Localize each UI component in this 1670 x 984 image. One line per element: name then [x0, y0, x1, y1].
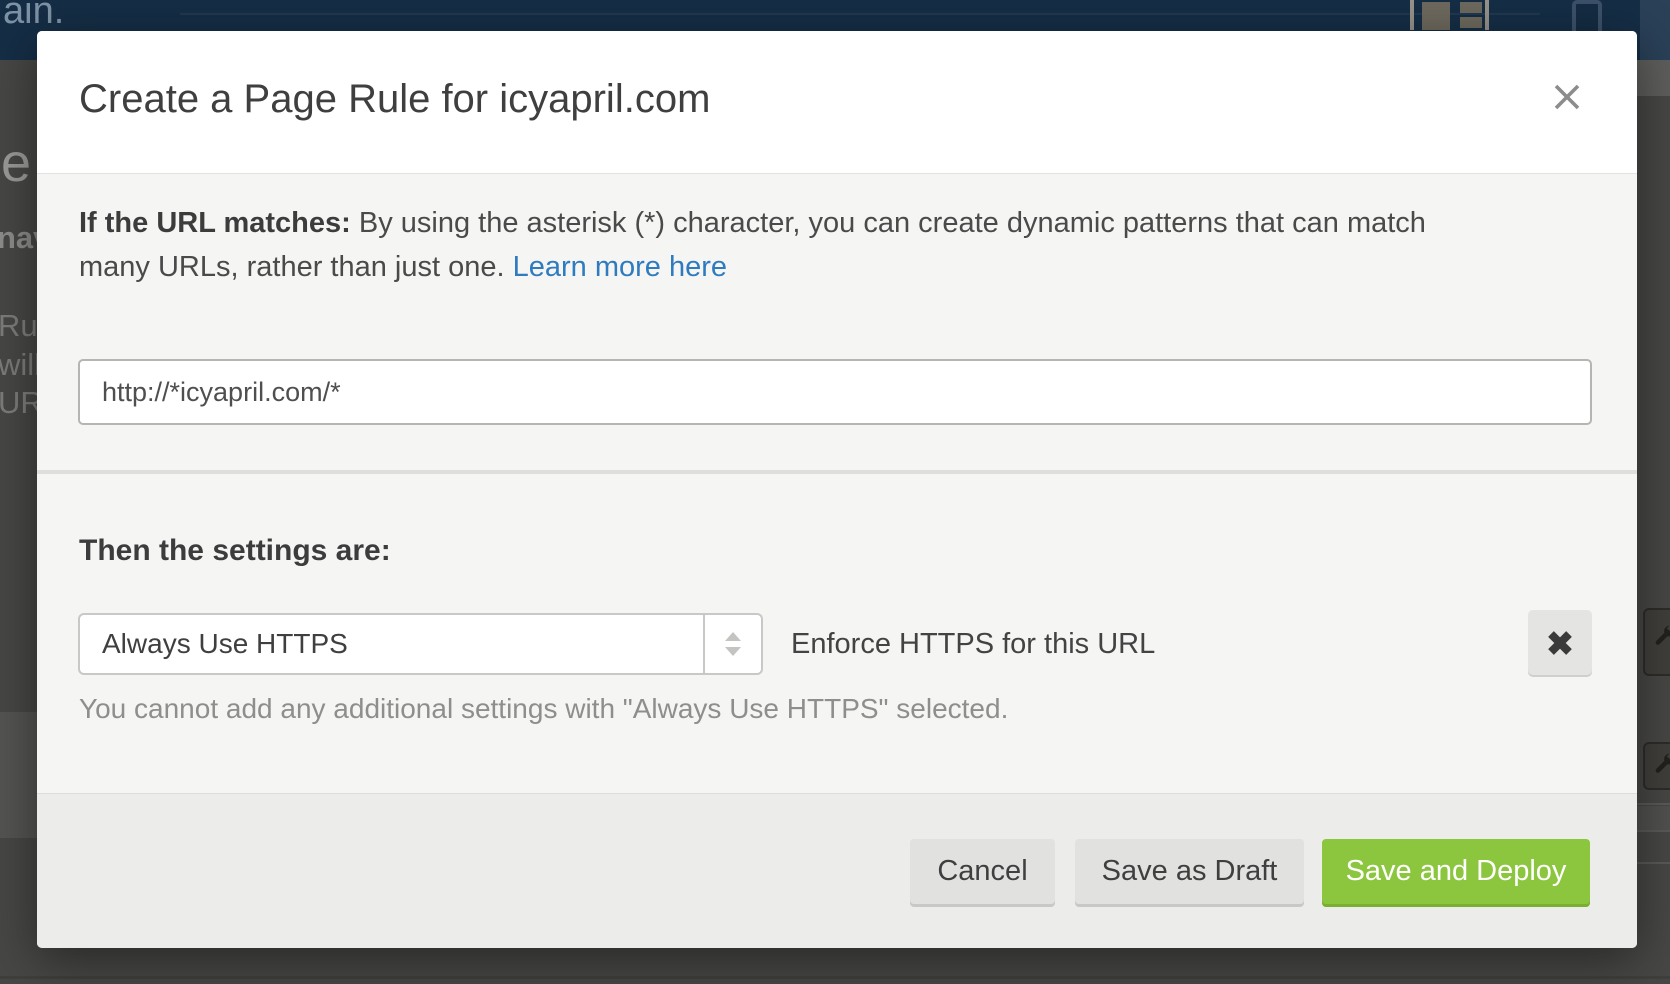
create-page-rule-modal: Create a Page Rule for icyapril.com If t… — [37, 31, 1637, 948]
url-match-label: If the URL matches: — [79, 207, 351, 239]
dimmed-row-seam — [1637, 803, 1670, 805]
icon-bar — [1460, 2, 1482, 13]
modal-title: Create a Page Rule for icyapril.com — [79, 77, 710, 122]
modal-header: Create a Page Rule for icyapril.com — [37, 31, 1637, 174]
modal-footer: Cancel Save as Draft Save and Deploy — [37, 793, 1637, 948]
dimmed-wrench-button — [1643, 608, 1670, 676]
setting-description: Enforce HTTPS for this URL — [791, 613, 1155, 675]
dimmed-cards-view-icon — [1405, 0, 1491, 30]
icon-edge — [1485, 0, 1489, 30]
dimmed-page-text-fragment: Ru — [0, 308, 38, 344]
select-spinner-icon[interactable] — [703, 615, 761, 673]
save-as-draft-button[interactable]: Save as Draft — [1075, 839, 1304, 904]
remove-setting-button[interactable] — [1528, 610, 1592, 675]
icon-edge — [1410, 0, 1414, 30]
icon-bar — [1460, 17, 1482, 28]
settings-heading: Then the settings are: — [79, 534, 391, 568]
setting-select[interactable]: Always Use HTTPS — [78, 613, 763, 675]
dimmed-right-top-block — [1640, 0, 1670, 60]
setting-select-value: Always Use HTTPS — [102, 615, 348, 673]
section-divider — [37, 470, 1637, 474]
setting-note: You cannot add any additional settings w… — [79, 693, 1008, 725]
url-match-description: If the URL matches: By using the asteris… — [79, 201, 1489, 289]
heavy-x-icon — [1545, 628, 1575, 658]
dimmed-row-block — [1637, 806, 1670, 830]
save-and-deploy-button[interactable]: Save and Deploy — [1322, 839, 1590, 904]
up-triangle-icon — [725, 632, 741, 641]
dimmed-row-seam — [1637, 830, 1670, 832]
close-icon[interactable] — [1549, 79, 1589, 119]
dimmed-wrench-button — [1643, 742, 1670, 790]
down-triangle-icon — [725, 647, 741, 656]
url-pattern-input[interactable] — [78, 359, 1592, 425]
navbar-seam — [180, 13, 1540, 15]
learn-more-link[interactable]: Learn more here — [513, 251, 727, 283]
icon-square — [1422, 2, 1450, 30]
wrench-icon — [1652, 624, 1670, 650]
cancel-button[interactable]: Cancel — [910, 839, 1055, 904]
dimmed-bottom-seam — [0, 976, 1670, 979]
dimmed-page-text-fragment: will — [0, 347, 41, 383]
dimmed-navbar-text-fragment: ain. — [3, 0, 64, 33]
dimmed-page-text-fragment: e — [1, 132, 31, 194]
wrench-icon — [1652, 752, 1670, 778]
dimmed-right-block — [1637, 60, 1670, 96]
dimmed-row-seam — [1637, 862, 1670, 864]
dimmed-left-row-block — [0, 712, 37, 838]
